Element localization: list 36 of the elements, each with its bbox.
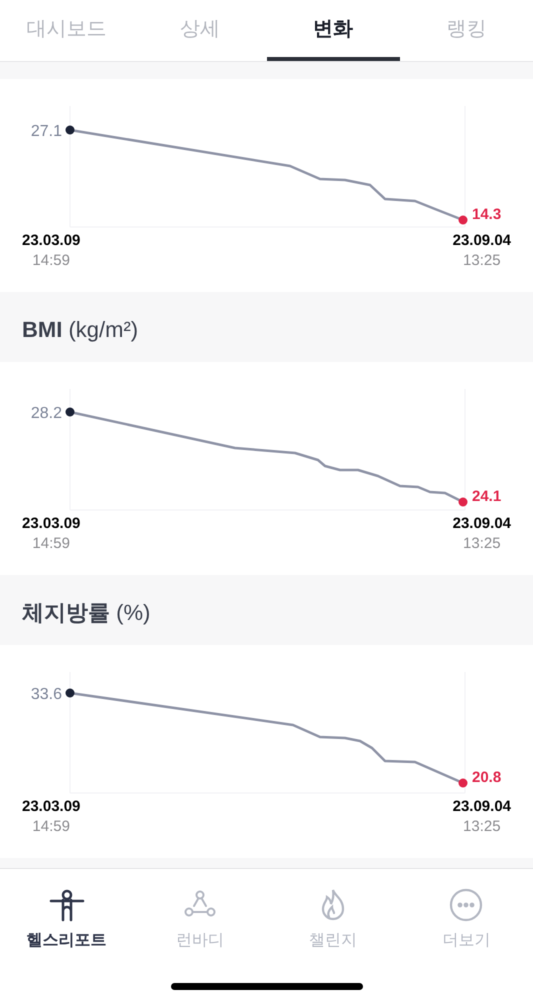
end-value: 14.3	[472, 206, 502, 223]
tab[interactable]: 상세	[133, 0, 266, 61]
start-value: 33.6	[30, 686, 62, 703]
start-value: 28.2	[30, 405, 62, 422]
end-date: 23.09.04	[452, 514, 511, 534]
end-point	[458, 216, 468, 224]
start-time: 14:59	[32, 817, 70, 837]
nav-item[interactable]: 헬스리포트	[0, 887, 134, 953]
tab[interactable]: 대시보드	[0, 0, 134, 61]
end-time: 13:25	[463, 534, 501, 554]
end-value: 24.1	[472, 488, 502, 505]
person-icon	[48, 887, 85, 923]
end-value: 20.8	[472, 769, 502, 786]
start-date: 23.03.09	[22, 231, 80, 251]
start-date: 23.03.09	[22, 797, 80, 817]
end-point	[458, 498, 468, 506]
end-date: 23.09.04	[452, 797, 511, 817]
start-point	[66, 688, 74, 698]
tab[interactable]: 변화	[266, 0, 400, 61]
more-icon	[448, 887, 484, 923]
start-value: 27.1	[30, 123, 62, 140]
start-time: 14:59	[32, 251, 70, 271]
tab[interactable]: 랭킹	[400, 0, 533, 61]
end-time: 13:25	[463, 251, 501, 271]
end-point	[458, 778, 468, 788]
nav-item[interactable]: 런바디	[133, 887, 266, 953]
section-title: 체지방률 (%)	[22, 598, 150, 626]
start-point	[66, 408, 74, 416]
start-point	[66, 126, 74, 134]
end-time: 13:25	[463, 817, 501, 837]
end-date: 23.09.04	[452, 231, 511, 251]
start-date: 23.03.09	[22, 514, 80, 534]
nav-item[interactable]: 챌린지	[266, 887, 400, 953]
start-time: 14:59	[32, 534, 70, 554]
section-title: BMI (kg/m²)	[22, 316, 138, 344]
nav-item[interactable]: 더보기	[400, 887, 533, 953]
